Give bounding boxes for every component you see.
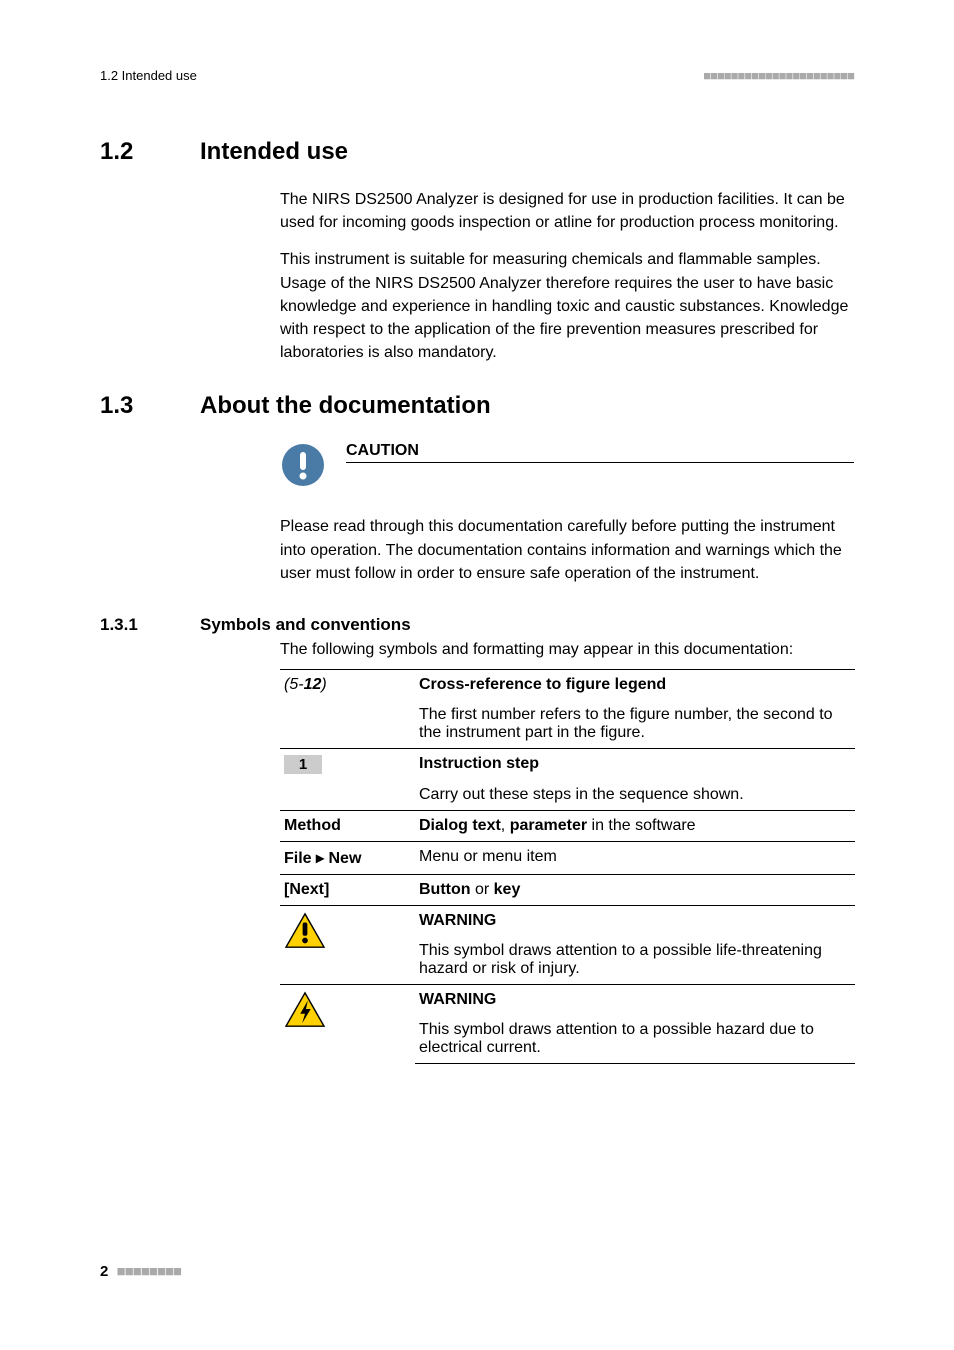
- paragraph: This instrument is suitable for measurin…: [280, 248, 854, 364]
- page-number: 2: [100, 1263, 108, 1280]
- warning-electrical-icon: [284, 991, 326, 1029]
- table-cell-desc: Button or key: [415, 874, 855, 905]
- table-cell-symbol: [280, 984, 415, 1063]
- warning-exclamation-icon: [284, 912, 326, 950]
- table-cell-desc: Carry out these steps in the sequence sh…: [415, 780, 855, 811]
- table-cell-desc: This symbol draws attention to a possibl…: [415, 936, 855, 985]
- subsection-intro: The following symbols and formatting may…: [280, 641, 854, 659]
- table-cell-desc: The first number refers to the figure nu…: [415, 700, 855, 749]
- section-title: Intended use: [200, 138, 348, 166]
- table-cell-desc: Menu or menu item: [415, 841, 855, 874]
- page-footer: 2 ■■■■■■■■: [100, 1263, 181, 1280]
- subsection-title: Symbols and conventions: [200, 615, 411, 635]
- paragraph: The NIRS DS2500 Analyzer is designed for…: [280, 188, 854, 234]
- subsection-number: 1.3.1: [100, 615, 160, 635]
- section-number: 1.3: [100, 392, 160, 420]
- caution-label: CAUTION: [346, 442, 854, 463]
- section-title: About the documentation: [200, 392, 491, 420]
- caution-text: Please read through this documentation c…: [280, 515, 854, 585]
- caution-block: CAUTION: [280, 442, 854, 493]
- table-cell-desc: WARNING: [415, 905, 855, 936]
- section-1-2-heading: 1.2 Intended use: [100, 138, 854, 166]
- running-header: 1.2 Intended use ■■■■■■■■■■■■■■■■■■■■■■: [100, 68, 854, 83]
- subsection-1-3-1-heading: 1.3.1 Symbols and conventions: [100, 615, 854, 635]
- step-number-badge: 1: [284, 755, 322, 774]
- section-number: 1.2: [100, 138, 160, 166]
- table-cell-symbol: 1: [280, 748, 415, 780]
- table-cell-desc: This symbol draws attention to a possibl…: [415, 1015, 855, 1064]
- table-cell-desc: Instruction step: [415, 748, 855, 780]
- table-cell-symbol: [Next]: [280, 874, 415, 905]
- conventions-table: (5-12) Cross-reference to figure legend …: [280, 669, 855, 1064]
- footer-decoration: ■■■■■■■■: [117, 1263, 181, 1280]
- table-cell-symbol: [280, 905, 415, 984]
- table-cell-symbol: (5-12): [280, 669, 415, 700]
- table-cell-desc: WARNING: [415, 984, 855, 1015]
- header-left: 1.2 Intended use: [100, 68, 197, 83]
- header-decoration: ■■■■■■■■■■■■■■■■■■■■■■: [703, 68, 854, 83]
- section-1-2-body: The NIRS DS2500 Analyzer is designed for…: [280, 188, 854, 364]
- table-cell-desc: Cross-reference to figure legend: [415, 669, 855, 700]
- section-1-3-heading: 1.3 About the documentation: [100, 392, 854, 420]
- caution-icon: [280, 442, 326, 493]
- table-cell-desc: Dialog text, parameter in the software: [415, 810, 855, 841]
- table-cell-symbol: Method: [280, 810, 415, 841]
- table-cell-symbol: File ▸ New: [280, 841, 415, 874]
